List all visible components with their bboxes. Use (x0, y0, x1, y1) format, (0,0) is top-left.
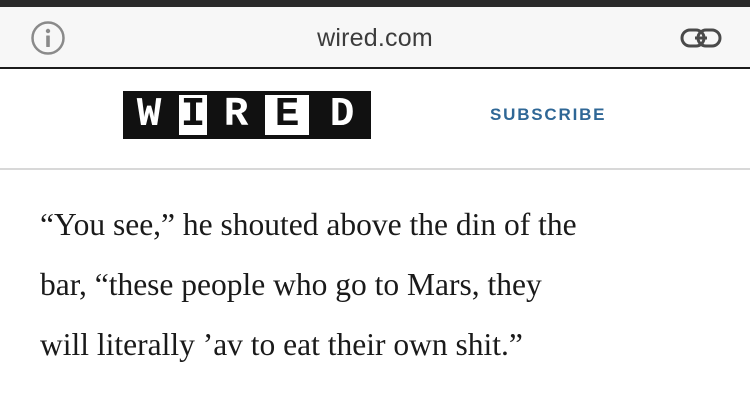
site-header: W I R E D SUBSCRIBE (0, 69, 750, 170)
article-body: “You see,” he shouted above the din of t… (40, 195, 730, 375)
link-icon[interactable] (680, 27, 722, 49)
wired-logo[interactable]: W I R E D (123, 91, 371, 139)
subscribe-link[interactable]: SUBSCRIBE (490, 105, 606, 125)
status-strip (0, 0, 750, 7)
logo-letter: I (175, 91, 211, 139)
article-text-line: bar, “these people who go to Mars, they (40, 267, 542, 302)
article-text-line: “You see,” he shouted above the din of t… (40, 207, 577, 242)
browser-address-bar: wired.com (0, 7, 750, 69)
logo-letter: E (261, 91, 313, 139)
logo-letter: R (211, 91, 261, 139)
article-text-line: will literally ’av to eat their own shit… (40, 327, 523, 362)
logo-letter: W (123, 91, 175, 139)
url-text[interactable]: wired.com (0, 24, 750, 53)
logo-letter: D (313, 91, 371, 139)
